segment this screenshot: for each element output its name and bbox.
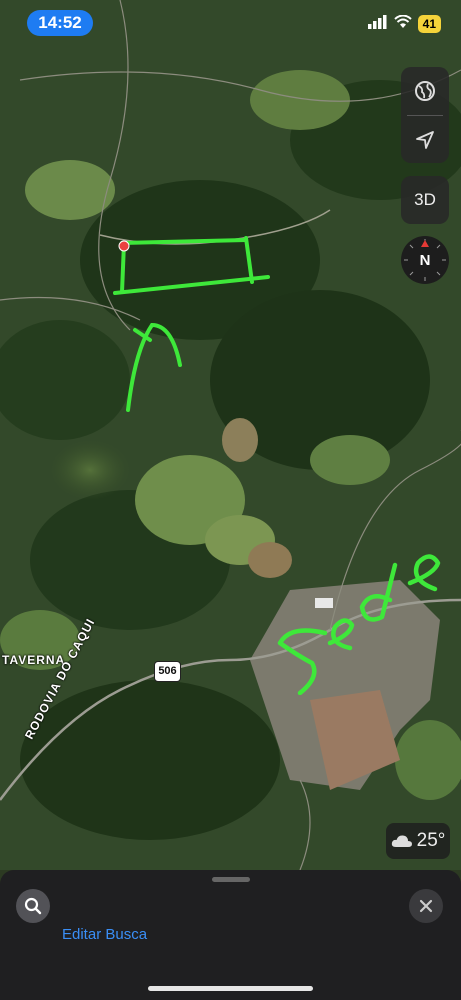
edit-search-link[interactable]: Editar Busca <box>62 926 147 943</box>
battery-icon: 41 <box>417 15 441 33</box>
home-indicator[interactable] <box>148 986 313 991</box>
sheet-grabber[interactable] <box>212 877 250 882</box>
road-label-taverna: TAVERNA <box>2 653 66 667</box>
highway-shield: 506 <box>154 661 181 682</box>
status-time: 14:52 <box>27 10 93 36</box>
cloud-icon <box>391 835 412 847</box>
view-3d-button[interactable]: 3D <box>401 176 449 224</box>
weather-widget[interactable]: 25° <box>386 823 450 859</box>
wifi-icon <box>393 14 412 34</box>
map-controls <box>401 67 449 163</box>
weather-temperature: 25° <box>416 830 446 851</box>
close-icon <box>419 899 433 913</box>
close-button[interactable] <box>409 889 443 923</box>
bottom-sheet: Editar Busca <box>0 870 461 1000</box>
location-arrow-icon <box>416 131 434 149</box>
satellite-map[interactable]: TAVERNA RODOVIA DO CAQUI 506 <box>0 0 461 870</box>
compass-label: N <box>419 252 431 269</box>
signal-icon <box>367 14 388 34</box>
search-icon <box>24 897 42 915</box>
compass-button[interactable]: N <box>401 236 449 284</box>
status-bar: 14:52 41 <box>0 0 461 44</box>
globe-icon <box>415 81 435 101</box>
search-button[interactable] <box>16 889 50 923</box>
map-imagery <box>0 0 461 870</box>
map-type-button[interactable] <box>401 67 449 115</box>
annotation-sede <box>277 554 441 695</box>
locate-me-button[interactable] <box>401 116 449 164</box>
